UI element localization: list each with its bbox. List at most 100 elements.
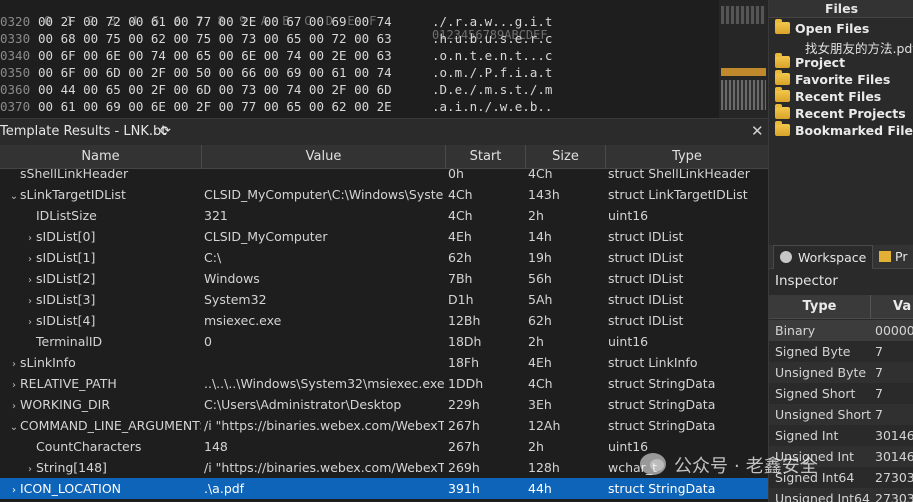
inspector-value: 273034: [875, 491, 913, 502]
cell-value: msiexec.exe: [204, 313, 282, 328]
folder-icon: [879, 251, 891, 262]
close-icon[interactable]: ✕: [751, 122, 764, 140]
hex-bytes[interactable]: 00 6F 00 6E 00 74 00 65 00 6E 00 74 00 2…: [38, 48, 392, 63]
inspector-header: Type Va: [769, 295, 913, 319]
table-row[interactable]: › sIDList[3] System32 D1h 5Ah struct IDList: [0, 289, 768, 310]
column-header-start[interactable]: Start: [446, 145, 526, 169]
inspector-title: Inspector: [775, 273, 838, 289]
cell-size: 44h: [528, 481, 552, 496]
cell-type: struct StringData: [608, 397, 716, 412]
table-row[interactable]: › sIDList[0] CLSID_MyComputer 4Eh 14h struct …: [0, 226, 768, 247]
inspector-row[interactable]: Binary 000001: [769, 320, 913, 341]
inspector-row[interactable]: Unsigned Short 7: [769, 404, 913, 425]
cell-size: 5Ah: [528, 292, 553, 307]
table-row[interactable]: sShellLinkHeader 0h 4Ch struct ShellLinkHea…: [0, 169, 768, 184]
table-row[interactable]: › sIDList[4] msiexec.exe 12Bh 62h struct IDLi…: [0, 310, 768, 331]
chevron-right-icon[interactable]: ›: [24, 270, 36, 289]
table-row[interactable]: › sLinkInfo 18Fh 4Eh struct LinkInfo: [0, 352, 768, 373]
files-item[interactable]: Open Files: [775, 19, 869, 38]
hex-editor[interactable]: 0 1 2 3 4 5 6 7 8 9 A B C D E F 01234567…: [0, 0, 768, 118]
chevron-down-icon[interactable]: ⌄: [8, 186, 20, 205]
table-row[interactable]: ⌄ sLinkTargetIDList CLSID_MyComputer\C:\Wi…: [0, 184, 768, 205]
minimap-region: [721, 80, 766, 110]
cell-name-text: sIDList[4]: [36, 313, 96, 328]
cell-size: 4Eh: [528, 355, 552, 370]
table-row[interactable]: › ICON_LOCATION .\a.pdf 391h 44h struct Strin…: [0, 478, 768, 499]
chevron-right-icon[interactable]: ›: [8, 375, 20, 394]
inspector-row[interactable]: Signed Short 7: [769, 383, 913, 404]
chevron-right-icon[interactable]: ›: [24, 312, 36, 331]
cell-size: 3Eh: [528, 397, 552, 412]
table-row[interactable]: TerminalID 0 18Dh 2h uint16: [0, 331, 768, 352]
open-file-item[interactable]: 找女朋友的方法.pdf.lnk: [805, 38, 913, 57]
chevron-right-icon[interactable]: ›: [8, 396, 20, 415]
inspector-column-value[interactable]: Va: [893, 295, 911, 319]
files-item[interactable]: Recent Projects: [775, 104, 906, 123]
cell-size: 19h: [528, 250, 552, 265]
cell-type: struct LinkTargetIDList: [608, 187, 748, 202]
hex-text[interactable]: ./.r.a.w...g.i.t: [432, 14, 552, 29]
inspector-row[interactable]: Signed Int 301466: [769, 425, 913, 446]
column-header-name[interactable]: Name: [0, 145, 202, 169]
hex-text[interactable]: .D.e./.m.s.t./.m: [432, 82, 552, 97]
table-row[interactable]: › WORKING_DIR C:\Users\Administrator\Deskt…: [0, 394, 768, 415]
chevron-down-icon[interactable]: ⌄: [8, 417, 20, 436]
hex-text[interactable]: .o.m./.P.f.i.a.t: [432, 65, 552, 80]
chevron-right-icon[interactable]: ›: [8, 480, 20, 499]
chevron-right-icon[interactable]: ›: [24, 228, 36, 247]
table-row[interactable]: › RELATIVE_PATH ..\..\..\Windows\System32\…: [0, 373, 768, 394]
files-item[interactable]: Bookmarked Files: [775, 121, 913, 140]
hex-bytes[interactable]: 00 61 00 69 00 6E 00 2F 00 77 00 65 00 6…: [38, 99, 392, 114]
files-item-label: Recent Files: [795, 89, 882, 104]
table-row[interactable]: ⌄ COMMAND_LINE_ARGUMENTS/i "https://binar…: [0, 415, 768, 436]
cell-size: 12Ah: [528, 418, 561, 433]
refresh-icon[interactable]: ⟳: [160, 124, 171, 139]
tab-project[interactable]: Pr: [879, 245, 907, 269]
inspector-column-type[interactable]: Type: [769, 295, 871, 319]
hex-bytes[interactable]: 00 2F 00 72 00 61 00 77 00 2E 00 67 00 6…: [38, 14, 392, 29]
table-row[interactable]: IDListSize 321 4Ch 2h uint16: [0, 205, 768, 226]
cell-name: IDListSize: [0, 205, 201, 226]
cell-start: 391h: [448, 481, 480, 496]
inspector-value: 301466: [875, 449, 913, 464]
inspector-row[interactable]: Unsigned Byte 7: [769, 362, 913, 383]
hex-bytes[interactable]: 00 44 00 65 00 2F 00 6D 00 73 00 74 00 2…: [38, 82, 392, 97]
cell-start: 18Dh: [448, 334, 482, 349]
files-item[interactable]: Project: [775, 53, 846, 72]
tab-workspace[interactable]: Workspace: [773, 245, 873, 269]
gear-icon: [780, 251, 792, 263]
hex-text[interactable]: .h.u.b.u.s.e.r.c: [432, 31, 552, 46]
hex-text[interactable]: .a.i.n./.w.e.b..: [432, 99, 552, 114]
cell-value: CLSID_MyComputer: [204, 229, 328, 244]
column-header-value[interactable]: Value: [202, 145, 446, 169]
chevron-right-icon[interactable]: ›: [24, 249, 36, 268]
chevron-right-icon[interactable]: ›: [24, 459, 36, 478]
inspector-type: Unsigned Short: [775, 407, 872, 422]
hex-minimap-scrollbar[interactable]: [719, 0, 768, 118]
column-header-type[interactable]: Type: [606, 145, 768, 169]
cell-name-text: sIDList[3]: [36, 292, 96, 307]
inspector-row[interactable]: Unsigned Int64 273034: [769, 488, 913, 502]
chevron-right-icon[interactable]: ›: [24, 291, 36, 310]
cell-name: › RELATIVE_PATH: [0, 373, 201, 394]
cell-size: 2h: [528, 439, 544, 454]
cell-type: uint16: [608, 208, 649, 223]
hex-text[interactable]: .o.n.t.e.n.t...c: [432, 48, 552, 63]
table-row[interactable]: › sIDList[2] Windows 7Bh 56h struct IDList: [0, 268, 768, 289]
hex-bytes[interactable]: 00 6F 00 6D 00 2F 00 50 00 66 00 69 00 6…: [38, 65, 392, 80]
inspector-row[interactable]: Signed Byte 7: [769, 341, 913, 362]
cell-name: CountCharacters: [0, 436, 201, 457]
column-header-size[interactable]: Size: [526, 145, 606, 169]
hex-offset: 0320: [0, 14, 31, 29]
files-item[interactable]: Favorite Files: [775, 70, 890, 89]
table-row[interactable]: › sIDList[1] C:\ 62h 19h struct IDList: [0, 247, 768, 268]
chevron-right-icon[interactable]: ›: [8, 354, 20, 373]
hex-bytes[interactable]: 00 68 00 75 00 62 00 75 00 73 00 65 00 7…: [38, 31, 392, 46]
cell-type: struct IDList: [608, 313, 684, 328]
files-item[interactable]: Recent Files: [775, 87, 882, 106]
template-results-titlebar: Template Results - LNK.bt ⟳ ✕: [0, 118, 768, 145]
right-sidebar: Files Open Files Project Favorite Files Rec…: [768, 0, 913, 502]
hex-offset: 0370: [0, 99, 31, 114]
files-item-label: Project: [795, 55, 846, 70]
watermark-label: 公众号: [674, 456, 728, 477]
